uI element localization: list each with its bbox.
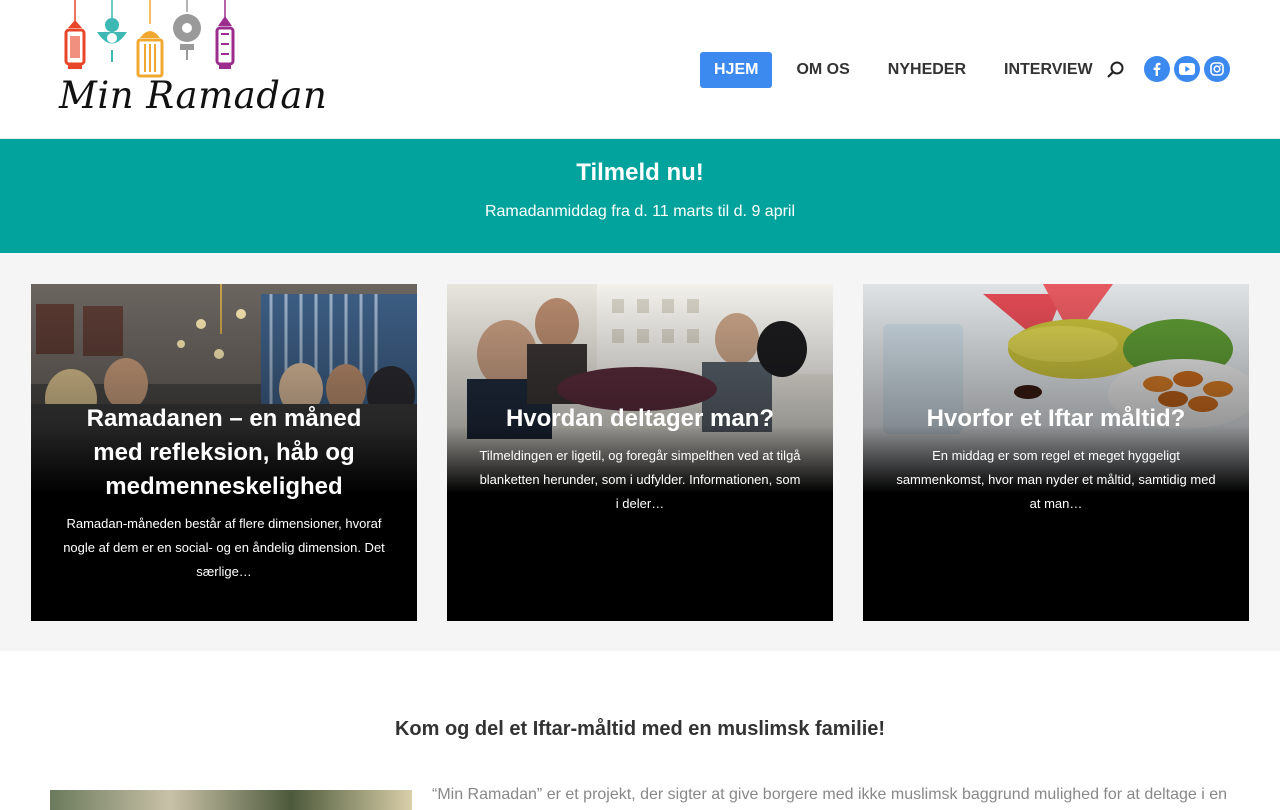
card-content: Ramadanen – en måned med refleksion, håb… [31, 402, 417, 584]
post-card-hvorfor-iftar[interactable]: Hvorfor et Iftar måltid? En middag er so… [863, 284, 1249, 621]
card-excerpt: Ramadan-måneden består af flere dimensio… [63, 516, 385, 579]
nav-item-om-os[interactable]: OM OS [782, 52, 863, 88]
card-excerpt: Tilmeldingen er ligetil, og foregår simp… [479, 448, 801, 511]
lanterns-logo-icon [64, 0, 235, 78]
search-icon[interactable] [1106, 60, 1126, 80]
card-content: Hvorfor et Iftar måltid? En middag er so… [863, 402, 1249, 516]
card-content: Hvordan deltager man? Tilmeldingen er li… [447, 402, 833, 516]
facebook-icon[interactable] [1144, 56, 1170, 82]
logo-text: Min Ramadan [59, 74, 328, 117]
nav-item-hjem[interactable]: HJEM [700, 52, 773, 88]
card-excerpt: En middag er som regel et meget hyggelig… [896, 448, 1216, 511]
banner-subtitle: Ramadanmiddag fra d. 11 marts til d. 9 a… [484, 203, 796, 220]
card-title[interactable]: Ramadanen – en måned med refleksion, håb… [61, 402, 387, 504]
instagram-icon[interactable] [1204, 56, 1230, 82]
card-title[interactable]: Hvorfor et Iftar måltid? [893, 402, 1219, 436]
intro-heading: Kom og del et Iftar-måltid med en muslim… [394, 718, 886, 740]
site-logo[interactable]: Min Ramadan [55, 0, 327, 125]
banner-title[interactable]: Tilmeld nu! [0, 159, 1280, 187]
main-nav: HJEM OM OS NYHEDER INTERVIEW [700, 52, 1117, 88]
featured-posts: Ramadanen – en måned med refleksion, håb… [0, 253, 1280, 651]
site-header: Min Ramadan HJEM OM OS NYHEDER INTERVIEW [0, 0, 1280, 139]
post-card-ramadanen[interactable]: Ramadanen – en måned med refleksion, håb… [31, 284, 417, 621]
youtube-icon[interactable] [1174, 56, 1200, 82]
nav-item-interview[interactable]: INTERVIEW [990, 52, 1107, 88]
post-card-hvordan-deltager[interactable]: Hvordan deltager man? Tilmeldingen er li… [447, 284, 833, 621]
intro-text: “Min Ramadan” er et projekt, der sigter … [432, 786, 1228, 803]
signup-banner: Tilmeld nu! Ramadanmiddag fra d. 11 mart… [0, 139, 1280, 253]
iftar-food-photo [50, 790, 412, 810]
card-title[interactable]: Hvordan deltager man? [477, 402, 803, 436]
nav-item-nyheder[interactable]: NYHEDER [874, 52, 980, 88]
